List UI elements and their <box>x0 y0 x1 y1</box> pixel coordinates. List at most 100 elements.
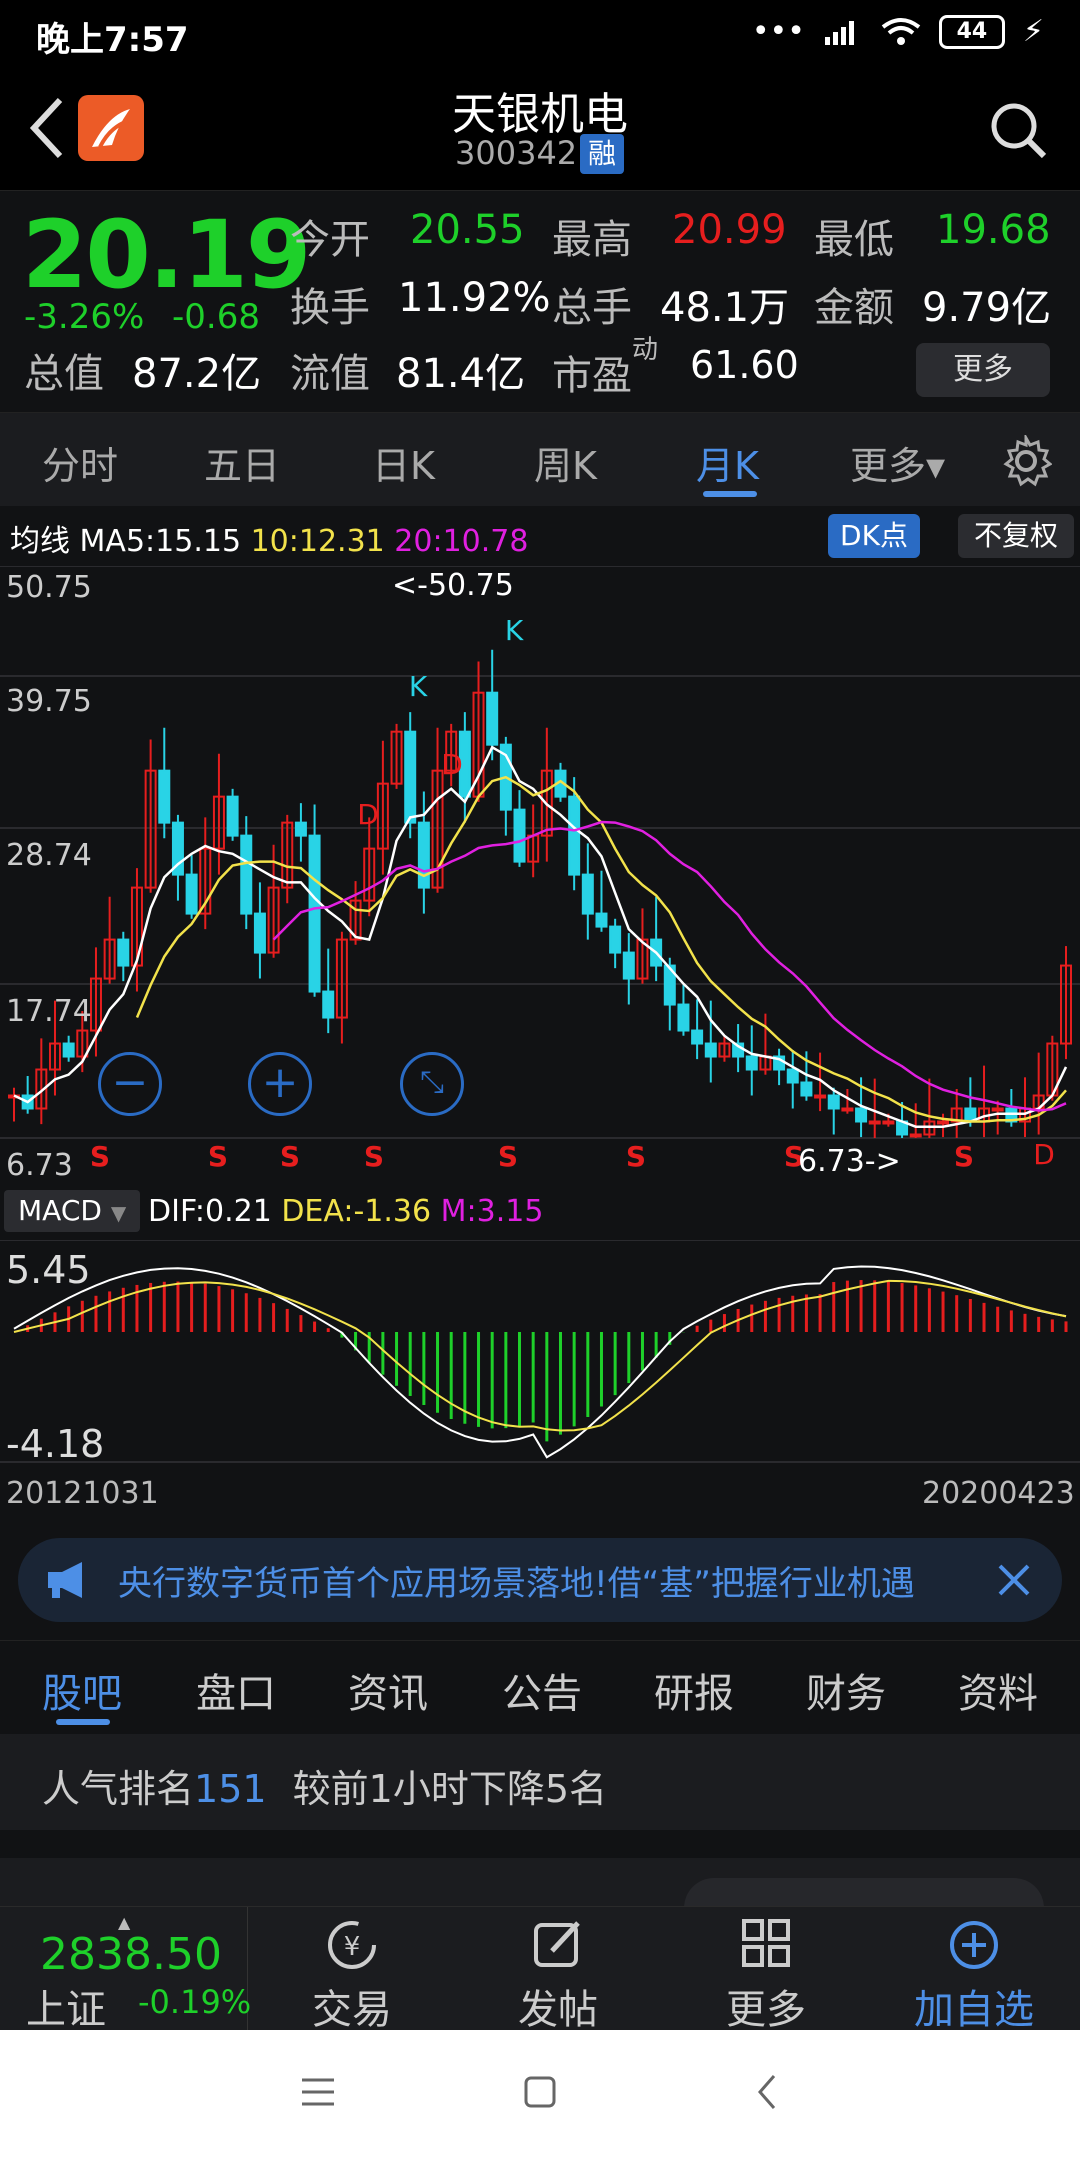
y-label-min: 6.73 <box>6 1148 73 1183</box>
gear-icon[interactable] <box>1000 435 1052 487</box>
index-name: 上证 <box>26 1987 106 2033</box>
nav-back-icon[interactable] <box>748 2072 788 2112</box>
tab-research[interactable]: 研报 <box>654 1661 734 1719</box>
tab-forum[interactable]: 股吧 <box>42 1661 122 1719</box>
y-label-4: 17.74 <box>6 994 92 1029</box>
tab-weekly-k[interactable]: 周K <box>534 435 597 490</box>
rank-text: 人气排名151 较前1小时下降5名 <box>42 1758 607 1813</box>
tab-announcements[interactable]: 公告 <box>502 1661 582 1719</box>
trade-button[interactable]: ¥ 交易 <box>252 1917 452 2035</box>
sort-toggle[interactable] <box>684 1878 1044 1908</box>
candle-body <box>568 795 581 876</box>
more-button[interactable]: 更多 <box>666 1917 866 2035</box>
close-icon[interactable] <box>994 1560 1034 1600</box>
status-time: 晚上7:57 <box>36 20 189 60</box>
sell-signal-s: S <box>954 1140 974 1173</box>
fullscreen-button[interactable]: ⤡ <box>400 1052 464 1116</box>
tab-five-day[interactable]: 五日 <box>204 435 280 490</box>
candle-body <box>855 1107 868 1123</box>
tab-timeshare[interactable]: 分时 <box>42 435 118 490</box>
stock-name: 天银机电 <box>452 89 628 140</box>
candle-body <box>185 873 198 915</box>
zoom-in-button[interactable]: + <box>248 1052 312 1116</box>
candle-body <box>745 1055 758 1071</box>
candle-body <box>882 1120 895 1125</box>
signal-icon <box>824 20 854 45</box>
rank-value: 151 <box>194 1767 267 1811</box>
turnover-label: 换手 <box>290 285 370 331</box>
low-value: 19.68 <box>936 207 1051 253</box>
active-tab-indicator <box>703 491 757 497</box>
mcap-value: 87.2亿 <box>132 351 262 397</box>
high-label: 最高 <box>552 217 632 263</box>
more-quote-button[interactable]: 更多 <box>916 343 1050 397</box>
system-nav-bar <box>0 2030 1080 2160</box>
candle-body <box>158 769 171 824</box>
candle-body <box>417 821 430 889</box>
candle-body <box>991 1107 1004 1112</box>
menu-icon[interactable] <box>298 2072 338 2112</box>
volume-label: 总手 <box>552 285 632 331</box>
rank-suffix: 较前1小时下降5名 <box>292 1767 607 1811</box>
post-label: 发帖 <box>518 1987 598 2033</box>
search-icon[interactable] <box>986 98 1050 162</box>
indicator-select[interactable]: MACD ▼ <box>4 1190 140 1232</box>
macd-low-label: -4.18 <box>6 1422 105 1466</box>
ma-legend: 均线 MA5:15.15 10:12.31 20:10.78 <box>10 516 528 560</box>
bottom-toolbar: ▲ 2838.50 上证 -0.19% ¥ 交易 发帖 更多 加自选 <box>0 1906 1080 2033</box>
adjust-toggle[interactable]: 不复权 <box>958 514 1074 558</box>
battery-icon: 44 <box>938 14 1005 49</box>
candle-body <box>294 821 307 837</box>
post-button[interactable]: 发帖 <box>458 1917 658 2035</box>
start-date: 20121031 <box>6 1476 159 1511</box>
kline-chart[interactable]: 均线 MA5:15.15 10:12.31 20:10.78 DK点 不复权 S… <box>0 508 1080 1520</box>
candle-body <box>609 925 622 954</box>
candle-body <box>909 1133 922 1138</box>
quote-panel: 20.19 -3.26% -0.68 总值 87.2亿 今开 20.55 最高 … <box>0 190 1080 410</box>
add-label: 加自选 <box>914 1987 1034 2033</box>
tab-finance[interactable]: 财务 <box>806 1661 886 1719</box>
candle-body <box>253 912 266 954</box>
volume-value: 48.1万 <box>660 285 790 331</box>
amount-value: 9.79亿 <box>922 285 1052 331</box>
ma10-value: 10:12.31 <box>250 524 385 559</box>
dk-point-button[interactable]: DK点 <box>828 514 920 558</box>
banner-text: 央行数字货币首个应用场景落地!借“基”把握行业机遇 <box>118 1564 915 1604</box>
info-tab-indicator <box>56 1719 110 1725</box>
sell-signal-s: S <box>208 1140 228 1173</box>
dif-value: DIF:0.21 <box>148 1194 272 1229</box>
zoom-out-button[interactable]: − <box>98 1052 162 1116</box>
max-marker: <-50.75 <box>392 568 514 603</box>
tab-market[interactable]: 盘口 <box>196 1661 276 1719</box>
min-marker: 6.73-> <box>798 1144 901 1179</box>
pe-value: 61.60 <box>690 343 799 387</box>
period-tabs: 分时 五日 日K 周K 月K 更多▾ <box>0 412 1080 506</box>
tab-profile[interactable]: 资料 <box>958 1661 1038 1719</box>
index-change: -0.19% <box>138 1983 252 2021</box>
candle-body <box>827 1094 840 1110</box>
index-ticker[interactable]: ▲ 2838.50 上证 -0.19% <box>0 1907 252 2033</box>
svg-text:¥: ¥ <box>344 1932 361 1962</box>
ma-label: 均线 <box>10 524 70 559</box>
macd-legend: DIF:0.21 DEA:-1.36 M:3.15 <box>148 1194 543 1229</box>
high-value: 20.99 <box>672 207 787 253</box>
tab-monthly-k[interactable]: 月K <box>696 435 759 490</box>
tab-more[interactable]: 更多▾ <box>850 435 945 490</box>
candle-body <box>240 834 253 915</box>
stock-code: 300342 <box>455 134 578 172</box>
candle-body <box>937 1120 950 1125</box>
candle-body <box>117 938 130 967</box>
tab-news[interactable]: 资讯 <box>348 1661 428 1719</box>
grid-icon <box>742 1919 790 1967</box>
megaphone-icon <box>48 1562 82 1598</box>
tab-daily-k[interactable]: 日K <box>372 435 435 490</box>
news-banner[interactable]: 央行数字货币首个应用场景落地!借“基”把握行业机遇 <box>18 1538 1062 1622</box>
y-label-3: 28.74 <box>6 838 92 873</box>
home-icon[interactable] <box>520 2072 560 2112</box>
trade-label: 交易 <box>312 1987 392 2033</box>
candle-body <box>677 1003 690 1032</box>
signal-d: D <box>357 798 379 831</box>
add-watchlist-button[interactable]: 加自选 <box>874 1917 1074 2035</box>
sell-signal-s: S <box>90 1140 110 1173</box>
candle-body <box>786 1068 799 1084</box>
